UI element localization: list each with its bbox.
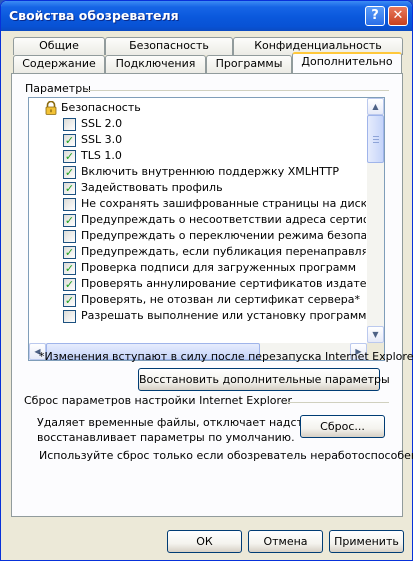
apply-button[interactable]: Применить (329, 530, 404, 553)
setting-row[interactable]: Предупреждать о переключении режима безо… (29, 228, 366, 244)
restore-advanced-settings-button[interactable]: Восстановить дополнительные параметры (138, 368, 390, 391)
vertical-scrollbar[interactable]: ▲ ▼ (367, 98, 384, 360)
setting-label: Задействовать профиль (81, 181, 223, 194)
setting-checkbox[interactable]: ✓ (63, 294, 76, 307)
setting-label: SSL 3.0 (81, 133, 123, 146)
reset-group-divider (285, 402, 389, 403)
setting-row[interactable]: ✓ Включить внутреннюю поддержку XMLHTTP (29, 164, 366, 180)
setting-checkbox[interactable]: ✓ (63, 166, 76, 179)
grip-line (373, 139, 379, 140)
scroll-up-arrow[interactable]: ▲ (367, 98, 384, 115)
reset-hint: Используйте сброс только если обозревате… (39, 449, 413, 462)
window-title: Свойства обозревателя (9, 8, 179, 23)
grip-line (373, 136, 379, 137)
reset-description-line2: восстанавливает параметры по умолчанию. (37, 431, 295, 444)
setting-row[interactable]: ✓ Предупреждать, если публикация перенапр… (29, 244, 366, 260)
settings-group-label: Параметры (25, 82, 91, 95)
setting-label: TLS 1.0 (81, 149, 122, 162)
close-button[interactable]: ✕ (388, 6, 408, 26)
setting-row[interactable]: ✓ Предупреждать о несоответствии адреса с… (29, 212, 366, 228)
list-category-row: Безопасность (29, 100, 366, 116)
setting-checkbox[interactable]: ✓ (63, 134, 76, 147)
setting-checkbox[interactable]: ✓ (63, 150, 76, 163)
setting-checkbox[interactable]: ✓ (63, 278, 76, 291)
tab-advanced[interactable]: Дополнительно (292, 52, 402, 73)
setting-label: Проверять, не отозван ли сертификат серв… (81, 293, 360, 306)
settings-list[interactable]: Безопасность SSL 2.0 ✓ SSL 3.0 ✓ TLS 1.0 ✓ Вкл… (28, 97, 385, 361)
setting-label: Проверка подписи для загруженных програм… (81, 261, 357, 274)
tab-connections[interactable]: Подключения (105, 55, 206, 73)
setting-row[interactable]: ✓ Проверка подписи для загруженных програ… (29, 260, 366, 276)
setting-row[interactable]: ✓ Задействовать профиль (29, 180, 366, 196)
restart-note: *Изменения вступают в силу после перезап… (39, 350, 413, 363)
setting-label: Предупреждать о переключении режима безо… (81, 229, 366, 242)
reset-button[interactable]: Сброс... (300, 415, 385, 438)
setting-checkbox[interactable] (63, 198, 76, 211)
category-label: Безопасность (61, 101, 141, 114)
setting-row[interactable]: ✓ Проверять, не отозван ли сертификат сер… (29, 292, 366, 308)
setting-row[interactable]: SSL 2.0 (29, 116, 366, 132)
tab-content[interactable]: Содержание (13, 55, 105, 73)
grip-line (373, 142, 379, 143)
cancel-button[interactable]: Отмена (248, 530, 323, 553)
setting-row[interactable]: Не сохранять зашифрованные страницы на д… (29, 196, 366, 212)
setting-label: Не сохранять зашифрованные страницы на д… (81, 197, 366, 210)
setting-label: Проверять аннулирование сертификатов изд… (81, 277, 366, 290)
setting-row[interactable]: Разрешать выполнение или установку прогр… (29, 308, 366, 324)
title-bar[interactable]: Свойства обозревателя ? ✕ (1, 1, 412, 31)
setting-label: SSL 2.0 (81, 117, 123, 130)
internet-options-dialog: Свойства обозревателя ? ✕ Общие Безопасн… (0, 0, 413, 561)
ok-button[interactable]: ОК (167, 530, 242, 553)
setting-label: Включить внутреннюю поддержку XMLHTTP (81, 165, 340, 178)
setting-checkbox[interactable]: ✓ (63, 182, 76, 195)
setting-label: Предупреждать о несоответствии адреса се… (81, 213, 366, 226)
settings-group-divider (87, 90, 389, 91)
lock-icon (45, 101, 57, 115)
setting-checkbox[interactable] (63, 230, 76, 243)
setting-checkbox[interactable]: ✓ (63, 246, 76, 259)
setting-checkbox[interactable]: ✓ (63, 214, 76, 227)
setting-row[interactable]: ✓ TLS 1.0 (29, 148, 366, 164)
setting-row[interactable]: ✓ SSL 3.0 (29, 132, 366, 148)
tab-programs[interactable]: Программы (206, 55, 292, 73)
setting-checkbox[interactable]: ✓ (63, 262, 76, 275)
setting-checkbox[interactable] (63, 118, 76, 131)
tab-security[interactable]: Безопасность (105, 37, 233, 55)
reset-description-line1: Удаляет временные файлы, отключает надст… (37, 416, 342, 429)
reset-group-label: Сброс параметров настройки Internet Expl… (24, 394, 293, 407)
scroll-down-arrow[interactable]: ▼ (367, 326, 384, 343)
help-button[interactable]: ? (365, 6, 385, 26)
setting-label: Разрешать выполнение или установку прогр… (81, 309, 366, 322)
vertical-scroll-thumb[interactable] (367, 115, 384, 163)
tab-general[interactable]: Общие (13, 37, 105, 55)
setting-checkbox[interactable] (63, 310, 76, 323)
setting-row[interactable]: ✓ Проверять аннулирование сертификатов из… (29, 276, 366, 292)
setting-label: Предупреждать, если публикация перенапра… (81, 245, 366, 258)
